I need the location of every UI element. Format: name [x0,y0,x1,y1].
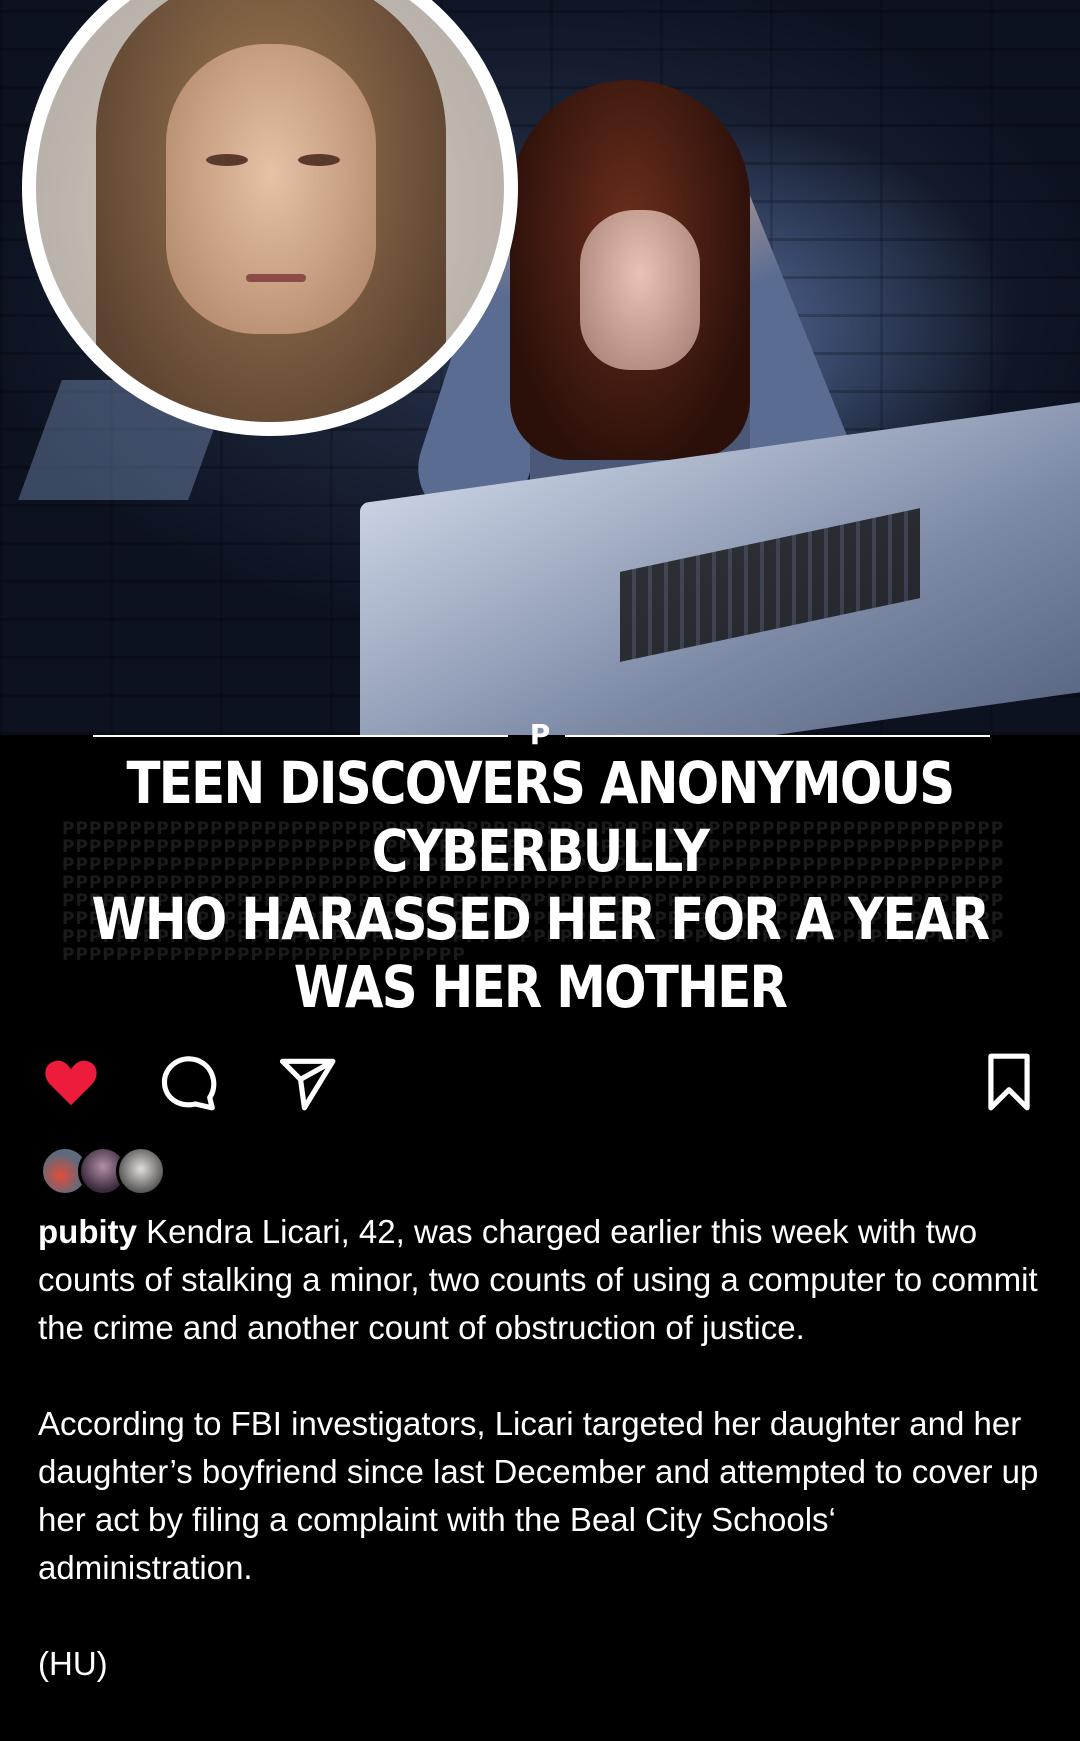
headline-line: TEEN DISCOVERS ANONYMOUS CYBERBULLY [126,749,955,885]
headline: TEEN DISCOVERS ANONYMOUS CYBERBULLY WHO … [76,749,1005,1021]
avatar[interactable] [116,1146,166,1196]
username-link[interactable]: pubity [38,1213,137,1250]
comment-icon[interactable] [158,1051,220,1113]
caption-paragraph: According to FBI investigators, Licari t… [38,1405,1039,1586]
headline-banner: P PPPPPPPPPPPPPPPPPPPPPPPPPPPPPPPPPPPPPP… [0,719,1080,1022]
headline-line: WHO HARASSED HER FOR A YEAR [91,885,991,953]
headline-line: WAS HER MOTHER [293,953,788,1021]
divider-line [565,735,990,737]
liked-by-avatars[interactable] [40,1146,170,1198]
share-icon[interactable] [276,1051,338,1113]
caption-paragraph: (HU) [38,1645,108,1682]
post-caption: pubity Kendra Licari, 42, was charged ea… [38,1208,1048,1688]
action-bar [0,1045,1080,1115]
post-image[interactable] [0,0,1080,735]
divider-line [93,735,508,737]
caption-text: Kendra Licari, 42, was charged earlier t… [38,1213,1038,1346]
bookmark-icon[interactable] [978,1051,1040,1113]
brand-logo: P [529,718,551,751]
caption-paragraph: pubity Kendra Licari, 42, was charged ea… [38,1208,1048,1352]
heart-icon[interactable] [40,1051,102,1113]
inset-portrait-photo [22,0,518,436]
